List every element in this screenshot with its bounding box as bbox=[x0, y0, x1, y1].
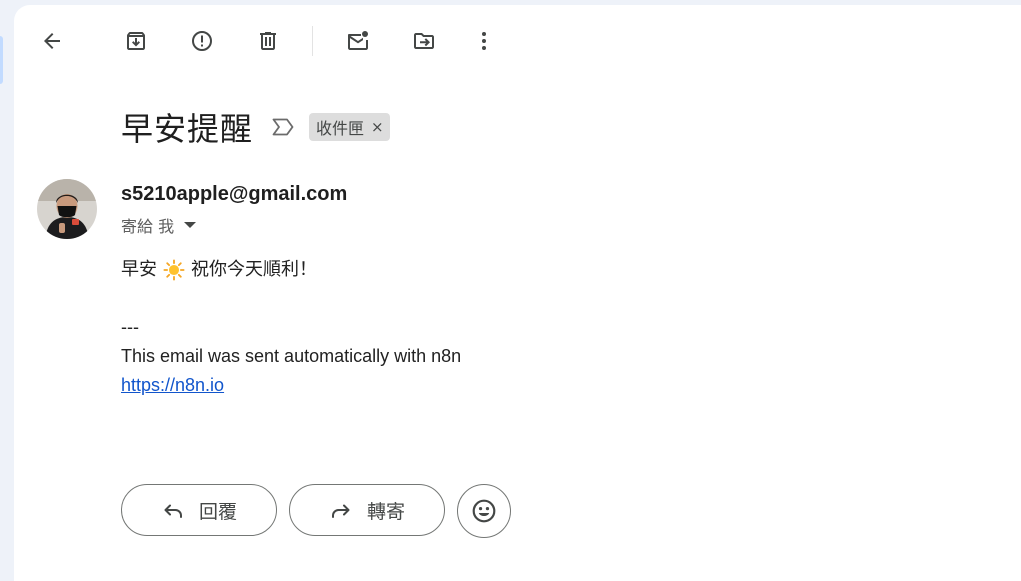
recipient-row: 寄給 我 bbox=[121, 213, 197, 237]
label-chip-text: 收件匣 bbox=[316, 119, 365, 138]
message-card: 早安提醒 收件匣 × s5210apple@gmail.com 寄給 我 早安 … bbox=[14, 5, 1021, 581]
subject-row: 早安提醒 收件匣 × bbox=[121, 105, 390, 149]
report-spam-button[interactable] bbox=[182, 21, 222, 61]
mark-unread-icon bbox=[348, 31, 368, 50]
trash-icon bbox=[260, 32, 276, 50]
move-to-button[interactable] bbox=[404, 21, 444, 61]
forward-label: 轉寄 bbox=[366, 500, 405, 523]
archive-button[interactable] bbox=[116, 21, 156, 61]
remove-label-button[interactable]: × bbox=[371, 118, 384, 136]
more-vert-icon bbox=[482, 32, 486, 50]
sun-emoji-icon bbox=[163, 258, 185, 281]
reply-label: 回覆 bbox=[198, 500, 237, 523]
archive-icon bbox=[127, 32, 145, 50]
reply-button[interactable]: 回覆 bbox=[121, 484, 277, 536]
separator-line: --- bbox=[121, 317, 139, 337]
reply-icon bbox=[164, 504, 182, 518]
greeting-text-end: 祝你今天順利！ bbox=[191, 259, 317, 280]
forward-button[interactable]: 轉寄 bbox=[289, 484, 445, 536]
smiley-icon bbox=[472, 499, 496, 523]
forward-icon bbox=[331, 504, 350, 518]
mark-unread-button[interactable] bbox=[338, 21, 378, 61]
message-body: 早安 祝你今天順利！ --- This email was sent autom… bbox=[121, 255, 461, 400]
toolbar-divider bbox=[312, 26, 313, 56]
back-arrow-icon bbox=[44, 33, 60, 49]
sender-avatar[interactable] bbox=[37, 179, 97, 239]
recipient-text: 寄給 我 bbox=[121, 217, 175, 236]
n8n-link[interactable]: https://n8n.io bbox=[121, 375, 224, 395]
greeting-text-start: 早安 bbox=[121, 259, 157, 280]
greeting-line: 早安 祝你今天順利！ bbox=[121, 255, 461, 284]
importance-marker-icon[interactable] bbox=[271, 115, 295, 139]
more-options-button[interactable] bbox=[464, 21, 504, 61]
sender-email: s5210apple@gmail.com bbox=[121, 183, 348, 205]
message-subject: 早安提醒 bbox=[121, 110, 254, 148]
report-spam-icon bbox=[192, 31, 212, 51]
delete-button[interactable] bbox=[248, 21, 288, 61]
inbox-label-chip: 收件匣 × bbox=[309, 113, 390, 141]
back-button[interactable] bbox=[32, 21, 72, 61]
move-to-folder-icon bbox=[414, 33, 434, 49]
footer-text: This email was sent automatically with n… bbox=[121, 346, 462, 366]
gmail-message-view: 早安提醒 收件匣 × s5210apple@gmail.com 寄給 我 早安 … bbox=[0, 0, 1021, 581]
emoji-reaction-button[interactable] bbox=[457, 484, 511, 538]
recipient-details-dropdown[interactable] bbox=[184, 222, 197, 228]
sidebar-accent bbox=[0, 36, 3, 84]
